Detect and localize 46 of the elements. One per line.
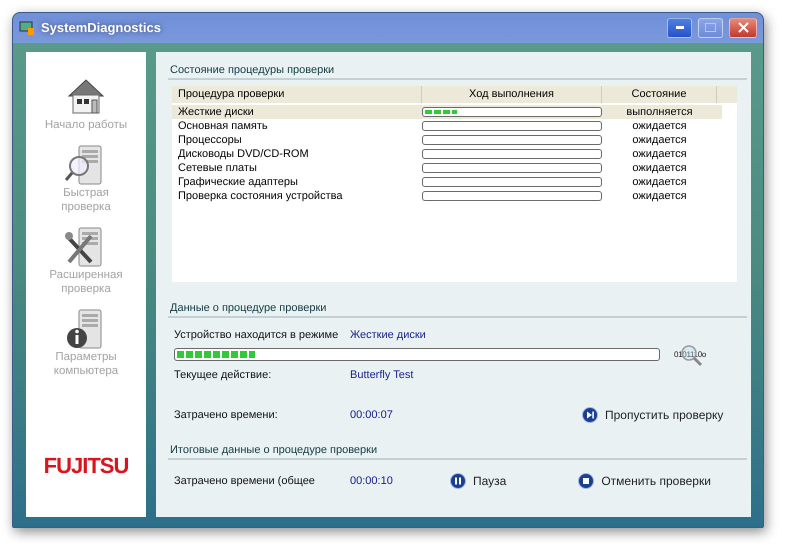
table-cell-text: выполняется (625, 106, 694, 118)
sidebar-item[interactable]: Начало работы (38, 118, 134, 132)
window-title: SystemDiagnostics (41, 20, 162, 35)
stop-icon (578, 473, 594, 489)
table-cell-text: Графические адаптеры (177, 176, 299, 188)
minimize-button[interactable] (667, 18, 692, 38)
close-button[interactable] (729, 18, 757, 38)
table-cell-text: Проверка состояния устройства (177, 190, 344, 202)
maximize-icon (705, 23, 716, 32)
action-label: Текущее действие: (174, 369, 272, 381)
section-title: Данные о процедуре проверки (168, 300, 747, 318)
sidebar-item[interactable]: Расширенная проверка (38, 268, 134, 296)
close-icon (738, 22, 748, 33)
cancel-button[interactable]: Отменить проверки (578, 473, 711, 489)
skip-icon (582, 407, 598, 423)
column-header: Ход выполнения (422, 86, 602, 103)
table-cell-text: ожидается (631, 176, 688, 188)
table-cell-text: ожидается (631, 162, 688, 174)
pause-icon (450, 473, 466, 489)
action-value: Butterfly Test (350, 369, 414, 381)
app-icon (19, 20, 35, 36)
table-cell-text: Основная память (177, 120, 269, 132)
minimize-icon (676, 26, 684, 29)
column-header: Процедура проверки (172, 86, 422, 103)
mode-value: Жесткие диски (350, 329, 426, 341)
brand-logo: FUJITSU (44, 453, 128, 479)
table-cell-text: ожидается (631, 190, 688, 202)
section-title: Состояние процедуры проверки (168, 62, 747, 80)
table-cell-text: ожидается (631, 148, 688, 160)
section-title: Итоговые данные о процедуре проверки (168, 442, 747, 460)
column-header: Состояние (602, 86, 717, 103)
mode-label: Устройство находится в режиме (174, 329, 340, 341)
table-cell-text: ожидается (631, 120, 688, 132)
total-time-label: Затрачено времени (общее (174, 475, 316, 487)
time-value: 00:00:07 (350, 409, 394, 421)
table-cell-text: Сетевые платы (177, 162, 258, 174)
table-cell-text: Дисководы DVD/CD-ROM (177, 148, 310, 160)
time-label: Затрачено времени: (174, 409, 279, 421)
skip-button[interactable]: Пропустить проверку (582, 407, 724, 423)
pause-button[interactable]: Пауза (450, 473, 506, 489)
total-time-value: 00:00:10 (350, 475, 394, 487)
sidebar-item[interactable]: Параметры компьютера (38, 350, 134, 378)
table-cell-text: Процессоры (177, 134, 243, 146)
table-cell-text: Жесткие диски (177, 106, 255, 118)
sidebar-item[interactable]: Быстрая проверка (38, 186, 134, 214)
table-cell-text: ожидается (631, 134, 688, 146)
